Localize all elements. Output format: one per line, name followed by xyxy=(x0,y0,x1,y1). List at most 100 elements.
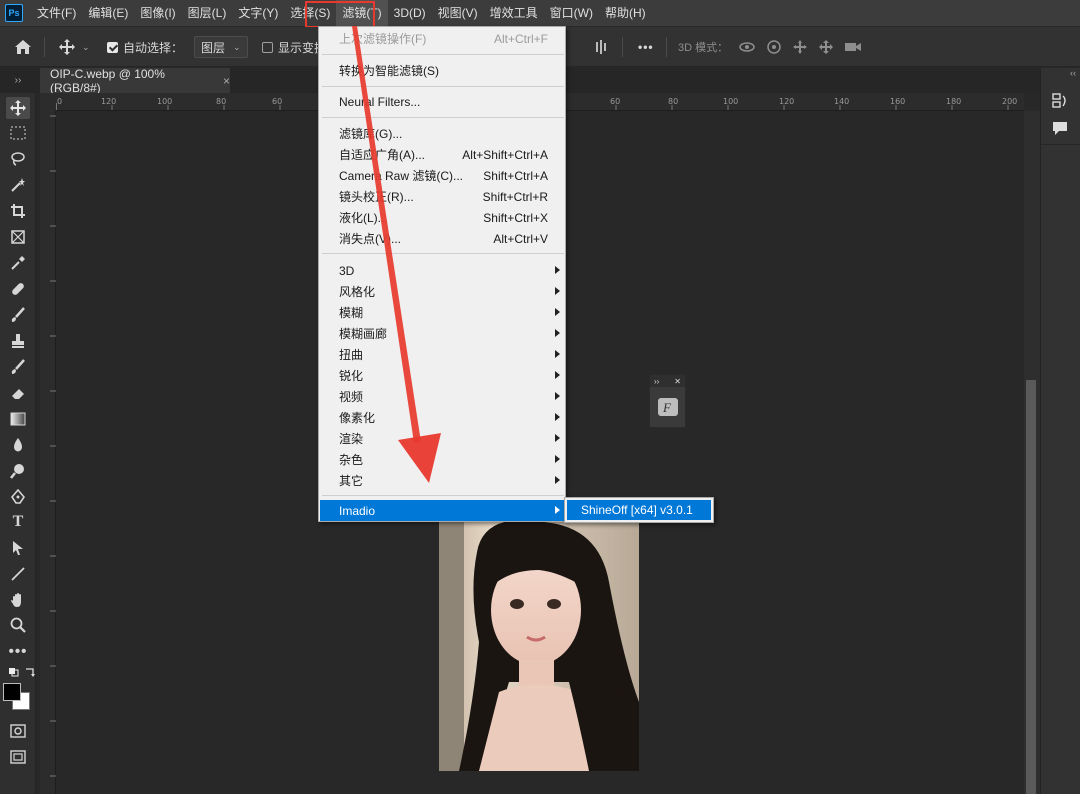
menu-item-noise[interactable]: 杂色 xyxy=(320,449,566,470)
more-icon[interactable]: ••• xyxy=(638,27,654,67)
auto-select-label: 自动选择： xyxy=(123,40,184,55)
foreground-color-swatch[interactable] xyxy=(3,683,21,701)
menu-item-convert-smart-filter[interactable]: 转换为智能滤镜(S) xyxy=(320,60,566,81)
clone-stamp-tool-icon[interactable] xyxy=(6,330,30,352)
auto-select-checkbox[interactable]: 自动选择： xyxy=(107,27,183,67)
move-icon[interactable]: ⌄ xyxy=(58,27,90,67)
chevron-down-icon[interactable]: ⌄ xyxy=(82,42,90,53)
menu-item-liquify[interactable]: 液化(L)... Shift+Ctrl+X xyxy=(320,207,566,228)
document-tab[interactable]: OIP-C.webp @ 100%(RGB/8#) × xyxy=(40,66,230,95)
menu-item-last-filter: 上次滤镜操作(F) Alt+Ctrl+F xyxy=(339,31,548,47)
eyedropper-tool-icon[interactable] xyxy=(6,252,30,274)
menu-item-neural-filters[interactable]: Neural Filters... xyxy=(320,91,566,112)
swap-colors-icon[interactable] xyxy=(18,665,42,679)
zoom-tool-icon[interactable] xyxy=(6,614,30,636)
checkbox-icon[interactable] xyxy=(262,41,273,53)
more-tools-icon[interactable]: ••• xyxy=(6,640,30,662)
submenu-arrow-icon xyxy=(555,329,560,337)
history-panel-icon[interactable] xyxy=(1051,92,1069,113)
pen-tool-icon[interactable] xyxy=(6,486,30,508)
menu-plugins[interactable]: 增效工具 xyxy=(484,0,544,26)
lasso-tool-icon[interactable] xyxy=(6,148,30,170)
slide-3d-icon[interactable] xyxy=(818,39,834,55)
menu-item-other[interactable]: 其它 xyxy=(320,470,566,491)
menu-item-blur[interactable]: 模糊 xyxy=(320,302,566,323)
screen-mode-icon[interactable] xyxy=(6,746,30,768)
scrollbar-thumb[interactable] xyxy=(1026,380,1036,794)
document-image[interactable] xyxy=(439,522,639,771)
collapse-toolbar-icon[interactable]: ›› xyxy=(0,68,36,93)
submenu-arrow-icon xyxy=(555,287,560,295)
document-tab-title: OIP-C.webp @ 100%(RGB/8#) xyxy=(50,66,165,95)
close-icon[interactable]: ✕ xyxy=(674,377,681,386)
menu-type[interactable]: 文字(Y) xyxy=(232,0,284,26)
auto-select-target-dropdown[interactable]: 图层 ⌄ xyxy=(194,36,248,58)
menu-item-sharpen[interactable]: 锐化 xyxy=(320,365,566,386)
submenu-arrow-icon xyxy=(555,371,560,379)
menu-image[interactable]: 图像(I) xyxy=(134,0,181,26)
dodge-tool-icon[interactable] xyxy=(6,460,30,482)
menu-bar: Ps 文件(F) 编辑(E) 图像(I) 图层(L) 文字(Y) 选择(S) 滤… xyxy=(0,0,1080,26)
brush-tool-icon[interactable] xyxy=(6,304,30,326)
menu-item-stylize[interactable]: 风格化 xyxy=(320,281,566,302)
menu-item-pixelate[interactable]: 像素化 xyxy=(320,407,566,428)
menu-help[interactable]: 帮助(H) xyxy=(599,0,652,26)
menu-3d[interactable]: 3D(D) xyxy=(388,0,432,26)
home-icon[interactable] xyxy=(14,27,32,67)
imadio-submenu: ShineOff [x64] v3.0.1 xyxy=(564,497,714,523)
marquee-tool-icon[interactable] xyxy=(6,122,30,144)
menu-window[interactable]: 窗口(W) xyxy=(544,0,599,26)
floating-plugin-panel: ›› ✕ F xyxy=(649,374,686,428)
menu-item-adaptive-wide-angle[interactable]: 自适应广角(A)... Alt+Shift+Ctrl+A xyxy=(320,144,566,165)
ruler-corner xyxy=(40,93,56,111)
menu-item-imadio[interactable]: Imadio xyxy=(320,500,566,521)
line-tool-icon[interactable] xyxy=(6,563,30,585)
collapse-panels-icon[interactable]: ‹‹ xyxy=(1040,68,1080,80)
menu-item-video[interactable]: 视频 xyxy=(320,386,566,407)
submenu-arrow-icon xyxy=(555,476,560,484)
move-tool-icon[interactable] xyxy=(6,97,30,119)
history-brush-tool-icon[interactable] xyxy=(6,356,30,378)
submenu-arrow-icon xyxy=(555,350,560,358)
photoshop-logo: Ps xyxy=(5,4,23,22)
tools-panel: T ••• xyxy=(0,93,36,794)
menu-item-vanishing-point[interactable]: 消失点(V)... Alt+Ctrl+V xyxy=(320,228,566,249)
path-selection-tool-icon[interactable] xyxy=(6,537,30,559)
type-tool-icon[interactable]: T xyxy=(6,511,30,533)
menu-item-3d[interactable]: 3D xyxy=(320,260,566,281)
comments-panel-icon[interactable] xyxy=(1051,120,1069,139)
submenu-arrow-icon xyxy=(555,392,560,400)
menu-item-distort[interactable]: 扭曲 xyxy=(320,344,566,365)
magic-wand-tool-icon[interactable] xyxy=(6,174,30,196)
menu-item-camera-raw[interactable]: Camera Raw 滤镜(C)... Shift+Ctrl+A xyxy=(320,165,566,186)
hand-tool-icon[interactable] xyxy=(6,589,30,611)
checkbox-icon[interactable] xyxy=(107,41,118,53)
expand-panel-icon[interactable]: ›› xyxy=(654,377,659,386)
pan-3d-icon[interactable] xyxy=(792,39,808,55)
camera-3d-icon[interactable] xyxy=(844,40,862,54)
quick-mask-icon[interactable] xyxy=(6,720,30,742)
plugin-icon[interactable]: F xyxy=(657,397,679,417)
submenu-item-shineoff[interactable]: ShineOff [x64] v3.0.1 xyxy=(567,500,711,520)
crop-tool-icon[interactable] xyxy=(6,200,30,222)
close-icon[interactable]: × xyxy=(223,74,230,88)
menu-item-render[interactable]: 渲染 xyxy=(320,428,566,449)
menu-item-blur-gallery[interactable]: 模糊画廊 xyxy=(320,323,566,344)
blur-tool-icon[interactable] xyxy=(6,434,30,456)
menu-view[interactable]: 视图(V) xyxy=(432,0,484,26)
submenu-arrow-icon xyxy=(555,413,560,421)
healing-brush-tool-icon[interactable] xyxy=(6,278,30,300)
menu-item-filter-gallery[interactable]: 滤镜库(G)... xyxy=(320,123,566,144)
frame-tool-icon[interactable] xyxy=(6,226,30,248)
roll-3d-icon[interactable] xyxy=(766,39,782,55)
gradient-tool-icon[interactable] xyxy=(6,408,30,430)
menu-item-lens-correction[interactable]: 镜头校正(R)... Shift+Ctrl+R xyxy=(320,186,566,207)
menu-edit[interactable]: 编辑(E) xyxy=(82,0,134,26)
ruler-vertical xyxy=(40,111,56,794)
align-icon[interactable] xyxy=(596,27,606,67)
menu-layer[interactable]: 图层(L) xyxy=(182,0,233,26)
eraser-tool-icon[interactable] xyxy=(6,382,30,404)
orbit-3d-icon[interactable] xyxy=(738,40,756,54)
menu-file[interactable]: 文件(F) xyxy=(31,0,82,26)
svg-text:F: F xyxy=(662,400,672,415)
